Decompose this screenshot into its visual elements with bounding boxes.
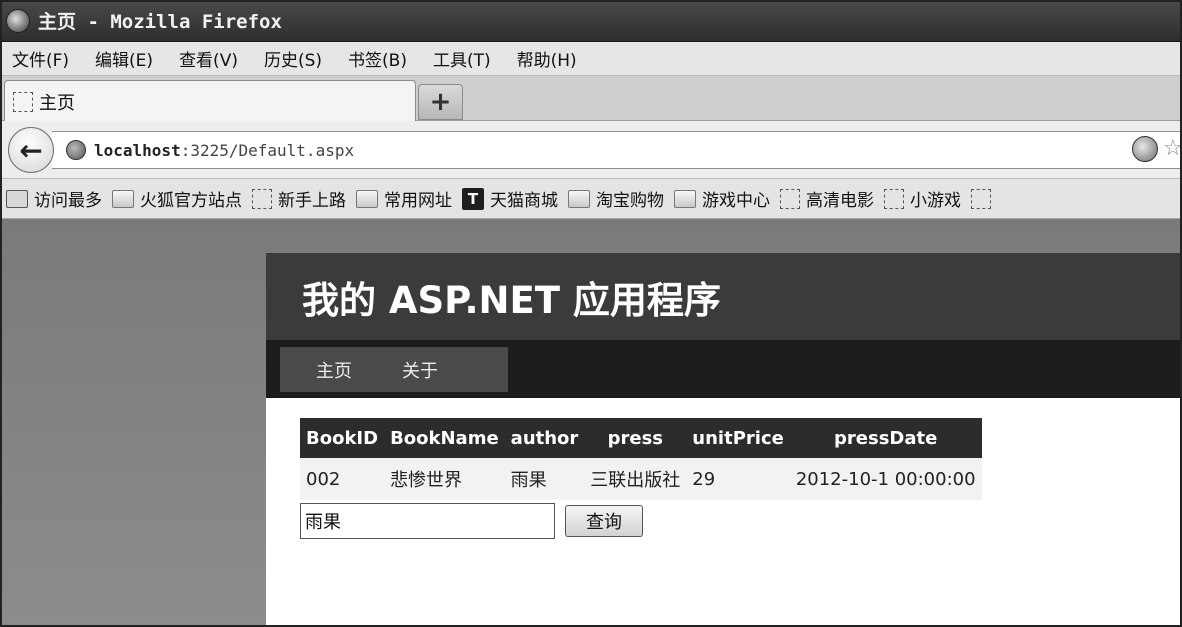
site-menu-home[interactable]: 主页 [316, 357, 352, 383]
column-header: press [584, 418, 687, 458]
page-icon [252, 188, 272, 209]
author-search-input[interactable] [300, 503, 555, 539]
bookmark-label: 游戏中心 [702, 191, 770, 211]
search-icon [6, 189, 28, 208]
bookmark-taobao[interactable]: 淘宝购物 [568, 186, 664, 211]
star-icon[interactable]: ☆ [1163, 136, 1182, 161]
bookmarks-bar: 访问最多 火狐官方站点 新手上路 常用网址 T 天猫商城 淘宝购物 游戏中心 高… [0, 179, 1182, 219]
tab-label: 主页 [39, 92, 75, 114]
bookmark-label: 新手上路 [278, 191, 346, 211]
column-header: BookID [300, 418, 385, 458]
go-icon[interactable] [1132, 136, 1158, 162]
cell-author: 雨果 [504, 458, 585, 500]
url-bar[interactable]: localhost :3225/Default.aspx [52, 131, 1182, 169]
folder-icon [568, 189, 590, 208]
menu-file[interactable]: 文件(F) [12, 46, 69, 71]
site-header: 我的 ASP.NET 应用程序 [266, 253, 1182, 340]
bookmark-mini-games[interactable]: 小游戏 [884, 186, 961, 211]
bookmark-getting-started[interactable]: 新手上路 [252, 186, 346, 211]
tab-home[interactable]: 主页 [4, 80, 416, 122]
menu-view[interactable]: 查看(V) [179, 46, 238, 71]
column-header: pressDate [789, 418, 982, 458]
folder-icon [356, 189, 378, 208]
tmall-icon: T [462, 187, 484, 210]
cell-bookname: 悲惨世界 [384, 458, 505, 500]
url-host: localhost [94, 140, 181, 160]
menu-history[interactable]: 历史(S) [264, 46, 322, 71]
page-icon [780, 188, 800, 209]
navigation-bar: localhost :3225/Default.aspx ← [0, 121, 1182, 179]
query-button[interactable]: 查询 [565, 505, 643, 537]
site-menu-about[interactable]: 关于 [402, 357, 438, 383]
site-menu-items: 主页 关于 [280, 347, 508, 392]
cell-press: 三联出版社 [584, 458, 687, 500]
grid-header-row: BookID BookName author press unitPrice p… [300, 418, 982, 458]
site-page: 我的 ASP.NET 应用程序 主页 关于 BookID BookName au… [266, 253, 1182, 627]
window-title: 主页 - Mozilla Firefox [38, 11, 282, 33]
menu-tools[interactable]: 工具(T) [433, 46, 491, 71]
bookmark-label: 火狐官方站点 [140, 191, 242, 211]
back-arrow-icon: ← [19, 133, 43, 167]
bookmark-common-sites[interactable]: 常用网址 [356, 186, 452, 211]
cell-pressdate: 2012-10-1 00:00:00 [789, 458, 982, 500]
cell-bookid: 002 [300, 458, 385, 500]
bookmark-overflow[interactable] [971, 188, 997, 209]
bookmark-label: 淘宝购物 [596, 191, 664, 211]
column-header: unitPrice [686, 418, 790, 458]
menu-help[interactable]: 帮助(H) [517, 46, 577, 71]
page-icon [971, 188, 991, 209]
table-row: 002 悲惨世界 雨果 三联出版社 29 2012-10-1 00:00:00 [300, 458, 982, 500]
folder-icon [674, 189, 696, 208]
bookmark-hd-movies[interactable]: 高清电影 [780, 186, 874, 211]
column-header: author [504, 418, 585, 458]
cell-unitprice: 29 [686, 458, 790, 500]
bookmark-tmall[interactable]: T 天猫商城 [462, 186, 558, 211]
firefox-logo-icon [6, 8, 30, 33]
books-grid: BookID BookName author press unitPrice p… [300, 418, 982, 500]
window-title-bar: 主页 - Mozilla Firefox [0, 0, 1182, 42]
site-title: 我的 ASP.NET 应用程序 [302, 278, 721, 322]
bookmark-label: 常用网址 [384, 191, 452, 211]
globe-icon [66, 140, 86, 160]
bookmark-label: 访问最多 [34, 191, 102, 211]
bookmark-most-visited[interactable]: 访问最多 [6, 186, 102, 211]
site-menu: 主页 关于 [266, 340, 1182, 398]
new-tab-button[interactable]: + [418, 84, 463, 120]
bookmark-label: 小游戏 [910, 191, 961, 211]
page-icon [884, 188, 904, 209]
url-path: :3225/Default.aspx [180, 140, 355, 160]
column-header: BookName [384, 418, 505, 458]
bookmark-label: 天猫商城 [490, 191, 558, 211]
page-icon [13, 91, 33, 112]
menu-bar: 文件(F) 编辑(E) 查看(V) 历史(S) 书签(B) 工具(T) 帮助(H… [0, 42, 1182, 76]
folder-icon [112, 189, 134, 208]
page-viewport: 我的 ASP.NET 应用程序 主页 关于 BookID BookName au… [0, 219, 1182, 627]
search-row: 查询 [300, 503, 643, 539]
menu-edit[interactable]: 编辑(E) [95, 46, 153, 71]
menu-bookmarks[interactable]: 书签(B) [348, 46, 407, 71]
bookmark-game-center[interactable]: 游戏中心 [674, 186, 770, 211]
back-button[interactable]: ← [8, 127, 54, 173]
bookmark-firefox-official[interactable]: 火狐官方站点 [112, 186, 242, 211]
bookmark-label: 高清电影 [806, 191, 874, 211]
tab-strip: 主页 + [0, 76, 1182, 122]
